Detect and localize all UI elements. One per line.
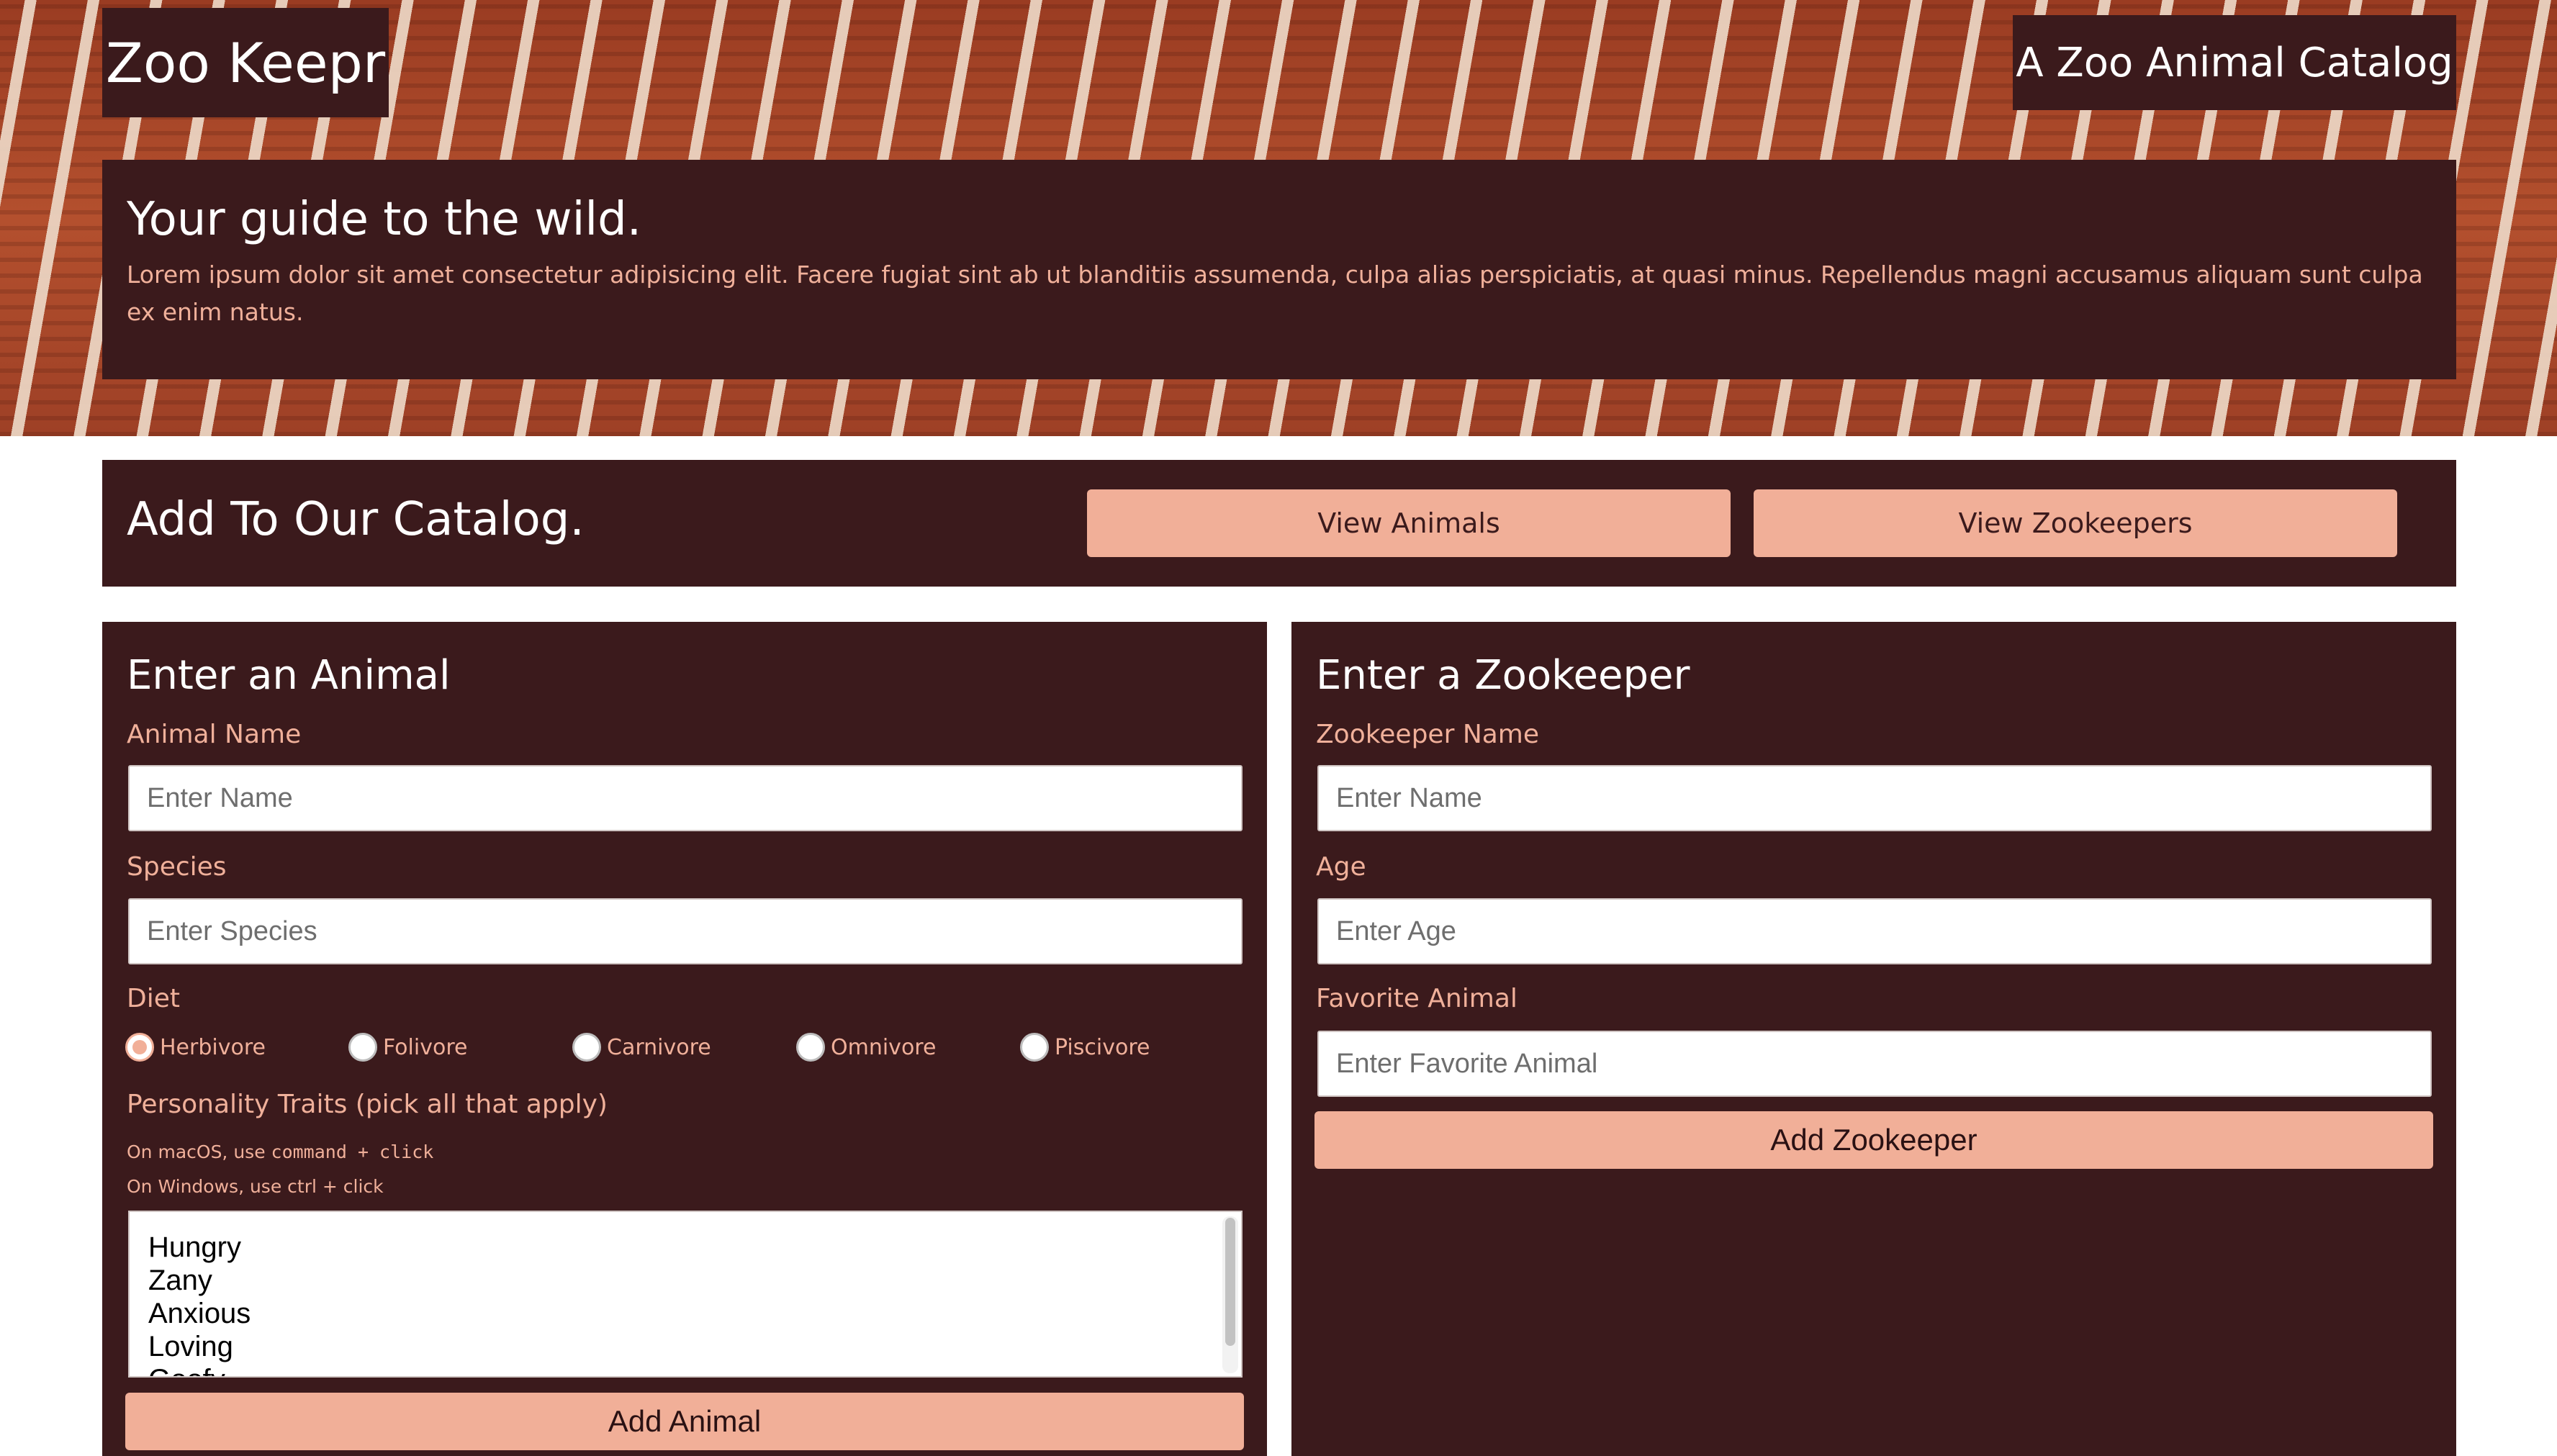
- macos-hint-text: On macOS, use: [127, 1141, 266, 1162]
- zookeeper-form: Enter a Zookeeper Zookeeper Name Age Fav…: [1291, 622, 2456, 1456]
- site-subtitle: A Zoo Animal Catalog: [2013, 15, 2456, 110]
- trait-option[interactable]: Goofy: [148, 1363, 1241, 1376]
- species-label: Species: [127, 852, 227, 882]
- zookeeper-form-heading: Enter a Zookeeper: [1316, 652, 1690, 699]
- radio-unchecked-icon[interactable]: [796, 1033, 825, 1062]
- radio-unchecked-icon[interactable]: [572, 1033, 601, 1062]
- add-animal-button[interactable]: Add Animal: [125, 1393, 1244, 1450]
- diet-option-label: Carnivore: [607, 1034, 711, 1060]
- animal-name-input[interactable]: [128, 765, 1243, 831]
- traits-label: Personality Traits (pick all that apply): [127, 1090, 608, 1119]
- radio-unchecked-icon[interactable]: [348, 1033, 377, 1062]
- trait-option[interactable]: Hungry: [148, 1231, 1241, 1264]
- brand-logo[interactable]: Zoo Keepr: [102, 8, 389, 117]
- traits-scrollbar[interactable]: [1222, 1216, 1238, 1373]
- age-label: Age: [1316, 852, 1366, 882]
- zookeeper-name-input[interactable]: [1317, 765, 2432, 831]
- trait-option[interactable]: Anxious: [148, 1297, 1241, 1330]
- traits-multiselect[interactable]: Hungry Zany Anxious Loving Goofy: [128, 1211, 1243, 1378]
- diet-option-carnivore[interactable]: Carnivore: [572, 1029, 711, 1065]
- diet-radio-group: Herbivore Folivore Carnivore Omnivore Pi…: [125, 1029, 1248, 1065]
- favorite-animal-label: Favorite Animal: [1316, 984, 1517, 1013]
- species-input[interactable]: [128, 898, 1243, 964]
- macos-hint: On macOS, use command + click: [127, 1141, 433, 1162]
- view-zookeepers-button[interactable]: View Zookeepers: [1754, 489, 2397, 557]
- intro-heading: Your guide to the wild.: [127, 193, 642, 246]
- macos-hint-shortcut: command + click: [271, 1141, 434, 1162]
- zookeeper-name-label: Zookeeper Name: [1316, 720, 1540, 749]
- diet-option-piscivore[interactable]: Piscivore: [1020, 1029, 1150, 1065]
- catalog-heading: Add To Our Catalog.: [127, 493, 585, 546]
- diet-label: Diet: [127, 984, 180, 1013]
- trait-option[interactable]: Loving: [148, 1330, 1241, 1363]
- radio-checked-icon[interactable]: [125, 1033, 154, 1062]
- diet-option-label: Folivore: [383, 1034, 468, 1060]
- animal-name-label: Animal Name: [127, 720, 302, 749]
- catalog-bar: Add To Our Catalog. View Animals View Zo…: [102, 460, 2456, 587]
- intro-card: Your guide to the wild. Lorem ipsum dolo…: [102, 160, 2456, 379]
- windows-hint: On Windows, use ctrl + click: [127, 1176, 384, 1197]
- favorite-animal-input[interactable]: [1317, 1031, 2432, 1097]
- view-animals-button[interactable]: View Animals: [1087, 489, 1731, 557]
- intro-body: Lorem ipsum dolor sit amet consectetur a…: [127, 261, 2423, 326]
- animal-form-heading: Enter an Animal: [127, 652, 451, 699]
- diet-option-omnivore[interactable]: Omnivore: [796, 1029, 936, 1065]
- diet-option-herbivore[interactable]: Herbivore: [125, 1029, 266, 1065]
- diet-option-label: Herbivore: [160, 1034, 266, 1060]
- trait-option[interactable]: Zany: [148, 1264, 1241, 1297]
- radio-unchecked-icon[interactable]: [1020, 1033, 1049, 1062]
- add-zookeeper-button[interactable]: Add Zookeeper: [1314, 1111, 2433, 1169]
- diet-option-label: Omnivore: [831, 1034, 937, 1060]
- diet-option-folivore[interactable]: Folivore: [348, 1029, 467, 1065]
- age-input[interactable]: [1317, 898, 2432, 964]
- animal-form: Enter an Animal Animal Name Species Diet…: [102, 622, 1267, 1456]
- scrollbar-thumb[interactable]: [1225, 1218, 1235, 1346]
- diet-option-label: Piscivore: [1055, 1034, 1150, 1060]
